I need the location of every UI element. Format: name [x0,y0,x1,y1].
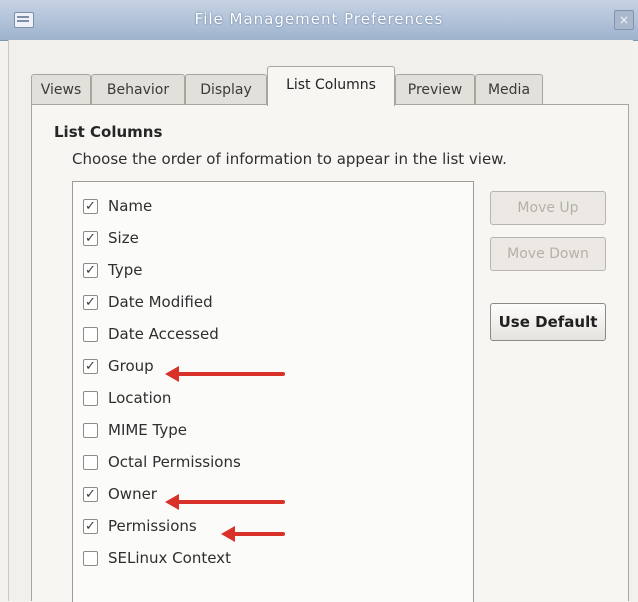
list-item-type[interactable]: ✓ Type [83,256,463,284]
list-item-selinux-context[interactable]: SELinux Context [83,544,463,572]
list-item-size[interactable]: ✓ Size [83,224,463,252]
arrow-head-icon [165,366,179,382]
section-description: Choose the order of information to appea… [72,150,507,168]
octal-permissions-checkbox[interactable] [83,455,98,470]
list-item-label: MIME Type [108,421,188,439]
title-bar: File Management Preferences × [0,0,638,41]
check-icon: ✓ [85,199,96,214]
mime-type-checkbox[interactable] [83,423,98,438]
tab-preview[interactable]: Preview [395,74,475,104]
list-item-label: Location [108,389,172,407]
size-checkbox[interactable]: ✓ [83,231,98,246]
list-item-octal-permissions[interactable]: Octal Permissions [83,448,463,476]
group-checkbox[interactable]: ✓ [83,359,98,374]
check-icon: ✓ [85,359,96,374]
annotation-arrow-owner [165,494,285,510]
use-default-button[interactable]: Use Default [490,303,606,341]
list-item-label: Owner [108,485,157,503]
owner-checkbox[interactable]: ✓ [83,487,98,502]
name-checkbox[interactable]: ✓ [83,199,98,214]
preferences-window-body: Views Behavior Display List Columns Prev… [8,40,633,602]
list-item-label: Octal Permissions [108,453,241,471]
move-down-button[interactable]: Move Down [490,237,606,271]
tab-display[interactable]: Display [185,74,267,104]
list-item-label: Date Accessed [108,325,219,343]
list-item-label: SELinux Context [108,549,231,567]
check-icon: ✓ [85,295,96,310]
check-icon: ✓ [85,519,96,534]
tab-media[interactable]: Media [475,74,543,104]
list-columns-panel: List Columns Choose the order of informa… [31,104,629,602]
list-item-label: Group [108,357,154,375]
arrow-head-icon [221,526,235,542]
tab-list-columns[interactable]: List Columns [267,66,395,106]
check-icon: ✓ [85,487,96,502]
date-modified-checkbox[interactable]: ✓ [83,295,98,310]
date-accessed-checkbox[interactable] [83,327,98,342]
annotation-arrow-group [165,366,285,382]
type-checkbox[interactable]: ✓ [83,263,98,278]
list-item-name[interactable]: ✓ Name [83,192,463,220]
close-icon[interactable]: × [614,10,634,30]
list-item-mime-type[interactable]: MIME Type [83,416,463,444]
list-item-location[interactable]: Location [83,384,463,412]
list-item-label: Name [108,197,153,215]
tab-views[interactable]: Views [31,74,91,104]
list-item-label: Date Modified [108,293,213,311]
move-up-button[interactable]: Move Up [490,191,606,225]
check-icon: ✓ [85,263,96,278]
list-item-label: Type [108,261,143,279]
arrow-head-icon [165,494,179,510]
window-title: File Management Preferences [194,10,444,28]
tab-behavior[interactable]: Behavior [91,74,185,104]
list-item-label: Size [108,229,139,247]
list-item-label: Permissions [108,517,197,535]
check-icon: ✓ [85,231,96,246]
section-title: List Columns [54,123,163,141]
location-checkbox[interactable] [83,391,98,406]
list-item-date-accessed[interactable]: Date Accessed [83,320,463,348]
list-item-date-modified[interactable]: ✓ Date Modified [83,288,463,316]
selinux-context-checkbox[interactable] [83,551,98,566]
column-list[interactable]: ✓ Name ✓ Size ✓ Type ✓ Date Modified Dat… [72,181,474,602]
permissions-checkbox[interactable]: ✓ [83,519,98,534]
annotation-arrow-permissions [221,526,285,542]
